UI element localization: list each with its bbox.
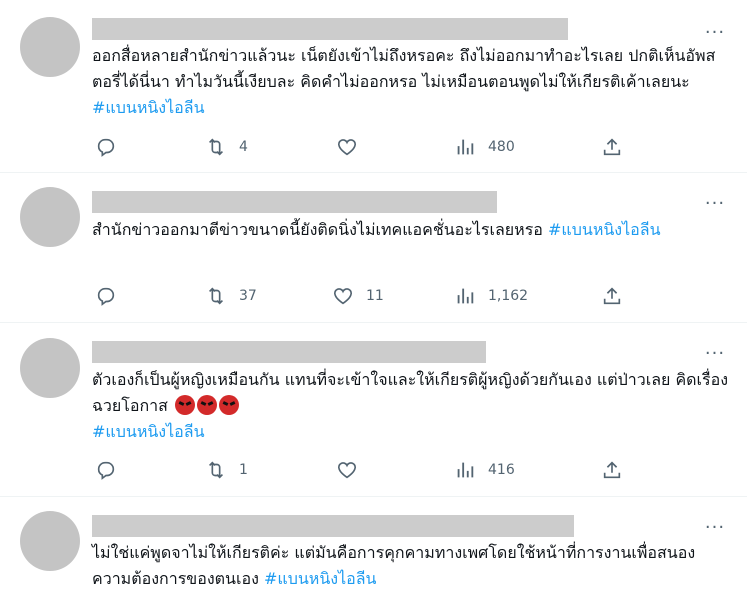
views-icon — [457, 288, 474, 304]
reply-icon — [97, 138, 115, 157]
views-button[interactable]: 1,162 — [454, 284, 528, 308]
like-button[interactable] — [336, 458, 370, 482]
share-button[interactable] — [601, 284, 623, 308]
hashtag-link[interactable]: #แบนหนิงไอลีน — [264, 569, 377, 588]
tweet-2[interactable]: ··· สำนักข่าวออกมาตีข่าวขนาดนี้ยังติดนิ่… — [0, 173, 747, 323]
hashtag-link[interactable]: #แบนหนิงไอลีน — [92, 422, 205, 441]
tweet-1[interactable]: ··· ออกสื่อหลายสำนักข่าวแล้วนะ เน็ตยังเข… — [0, 0, 747, 173]
like-icon — [337, 462, 357, 479]
avatar[interactable] — [20, 511, 80, 571]
tweet-text: ตัวเองก็เป็นผู้หญิงเหมือนกัน แทนที่จะเข้… — [92, 370, 729, 441]
angry-face-icon — [197, 395, 217, 415]
share-icon — [603, 287, 621, 305]
retweet-icon — [208, 461, 224, 479]
like-button[interactable]: 11 — [332, 284, 384, 308]
share-icon — [603, 461, 621, 479]
angry-face-emojis — [173, 395, 239, 415]
avatar[interactable] — [20, 17, 80, 77]
views-icon — [457, 139, 474, 155]
retweet-button[interactable]: 37 — [205, 284, 257, 308]
more-icon[interactable]: ··· — [703, 22, 727, 43]
redacted-username[interactable] — [92, 515, 574, 537]
views-button[interactable]: 480 — [454, 135, 515, 159]
share-button[interactable] — [601, 135, 623, 159]
avatar[interactable] — [20, 187, 80, 247]
retweet-button[interactable]: 1 — [205, 458, 248, 482]
retweet-button[interactable]: 4 — [205, 135, 248, 159]
share-icon — [603, 138, 621, 156]
retweet-icon — [208, 287, 224, 305]
tweet-text: สำนักข่าวออกมาตีข่าวขนาดนี้ยังติดนิ่งไม่… — [92, 220, 661, 239]
redacted-username[interactable] — [92, 191, 497, 213]
hashtag-link[interactable]: #แบนหนิงไอลีน — [548, 220, 661, 239]
views-icon — [457, 462, 474, 478]
more-icon[interactable]: ··· — [703, 343, 727, 364]
tweet-actions: 4 480 — [92, 135, 632, 159]
reply-button[interactable] — [95, 458, 129, 482]
redacted-username[interactable] — [92, 341, 486, 363]
more-icon[interactable]: ··· — [703, 517, 727, 538]
share-button[interactable] — [601, 458, 623, 482]
tweet-text: ออกสื่อหลายสำนักข่าวแล้วนะ เน็ตยังเข้าไม… — [92, 46, 716, 117]
angry-face-icon — [219, 395, 239, 415]
tweet-actions: 1 416 — [92, 458, 632, 482]
hashtag-link[interactable]: #แบนหนิงไอลีน — [92, 98, 205, 117]
reply-icon — [97, 287, 115, 306]
tweet-text: ไม่ใช่แค่พูดจาไม่ให้เกียรติค่ะ แต่มันคือ… — [92, 543, 696, 588]
tweet-3[interactable]: ··· ตัวเองก็เป็นผู้หญิงเหมือนกัน แทนที่จ… — [0, 323, 747, 497]
angry-face-icon — [175, 395, 195, 415]
like-icon — [333, 288, 353, 305]
retweet-icon — [208, 138, 224, 156]
like-icon — [337, 139, 357, 156]
reply-icon — [97, 461, 115, 480]
avatar[interactable] — [20, 338, 80, 398]
reply-button[interactable] — [95, 135, 129, 159]
redacted-username[interactable] — [92, 18, 568, 40]
views-button[interactable]: 416 — [454, 458, 515, 482]
tweet-4[interactable]: ··· ไม่ใช่แค่พูดจาไม่ให้เกียรติค่ะ แต่มั… — [0, 497, 747, 597]
more-icon[interactable]: ··· — [703, 193, 727, 214]
reply-button[interactable] — [95, 284, 129, 308]
like-button[interactable] — [336, 135, 370, 159]
tweet-actions: 37 11 1,162 — [92, 284, 632, 308]
